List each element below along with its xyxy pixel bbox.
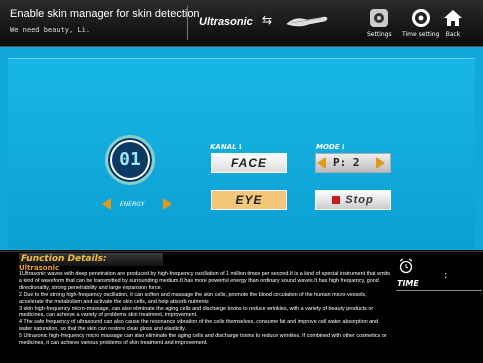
description-line: 4 The safe frequency of ultrasound can a…	[19, 319, 379, 333]
function-description: 1Ultrasonic waves with deep penetration …	[19, 271, 391, 347]
app-subtitle: We need beauty, Li.	[10, 26, 91, 34]
description-line: 3 skin high-frequency micro-massage, can…	[19, 305, 374, 319]
mode-label-text: MODE	[316, 143, 340, 151]
mode-decrease-button[interactable]	[317, 157, 326, 169]
header-divider	[187, 6, 188, 40]
energy-decrease-button[interactable]	[102, 198, 111, 210]
eye-button[interactable]: EYE	[211, 190, 287, 210]
energy-dial: 01	[105, 135, 155, 185]
back-button[interactable]: Back	[443, 8, 463, 38]
energy-label: ENERGY	[120, 201, 145, 208]
mode-label: MODE ℹ	[316, 143, 345, 151]
energy-increase-button[interactable]	[163, 198, 172, 210]
timer-icon	[411, 9, 430, 27]
stop-label: Stop	[345, 194, 374, 206]
kanal-label-text: KANAL	[210, 143, 237, 151]
description-line: 5 Ultrasonic high-frequency micro massag…	[19, 333, 387, 347]
description-line: 1Ultrasonic waves with deep penetration …	[19, 271, 390, 291]
settings-button[interactable]: Settings	[367, 8, 392, 38]
stop-icon	[332, 196, 341, 205]
time-label: TIME	[397, 279, 419, 288]
energy-value: 01	[112, 142, 148, 178]
time-setting-button[interactable]: Time setting	[402, 8, 439, 38]
app-title: Enable skin manager for skin detection	[10, 8, 200, 20]
alarm-clock-icon	[399, 258, 413, 274]
home-icon	[444, 10, 462, 26]
time-value: :	[444, 270, 448, 281]
description-line: 2 Due to the strong high-frequency oscil…	[19, 291, 367, 305]
kanal-label: KANAL ℹ	[210, 143, 242, 151]
switch-arrows-icon: ⇆	[262, 13, 273, 27]
mode-value: P: 2	[333, 156, 360, 169]
mode-increase-button[interactable]	[376, 157, 385, 169]
gear-icon	[370, 9, 389, 27]
info-icon: ℹ	[236, 143, 242, 151]
time-setting-label: Time setting	[402, 31, 440, 38]
mode-name: Ultrasonic	[199, 16, 253, 28]
face-button[interactable]: FACE	[211, 153, 287, 173]
info-icon: ℹ	[339, 143, 345, 151]
time-divider	[396, 290, 482, 291]
back-label: Back	[445, 31, 461, 38]
ultrasonic-device-icon	[286, 16, 328, 27]
stop-button[interactable]: Stop	[315, 190, 391, 210]
settings-label: Settings	[367, 31, 392, 38]
